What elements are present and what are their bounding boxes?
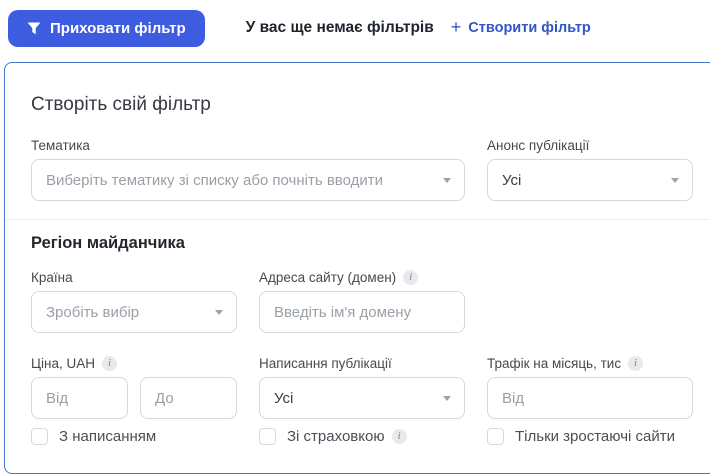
filter-funnel-icon [27,22,41,35]
announcement-label: Анонс публікації [487,138,590,153]
info-icon[interactable] [628,356,644,371]
traffic-from-input[interactable] [487,377,693,419]
filter-builder-panel: Створіть свій фільтр Тематика Анонс публ… [4,62,710,474]
price-to-input[interactable] [140,377,237,419]
domain-label: Адреса сайту (домен) [259,269,465,286]
traffic-label: Трафік на місяць, тис [487,355,693,372]
chevron-down-icon [215,310,223,315]
country-select[interactable]: Зробіть вибір [31,291,237,333]
with-writing-checkbox-label: З написанням [59,428,157,445]
writing-select[interactable]: Усі [259,377,465,419]
only-growing-sites-checkbox[interactable]: Тільки зростаючі сайти [487,428,693,445]
topic-select-placeholder: Виберіть тематику зі списку або почніть … [46,171,383,189]
plus-icon: + [450,17,462,37]
info-icon[interactable] [391,429,407,444]
with-insurance-checkbox-label: Зі страховкою [287,428,407,445]
section-divider [5,219,710,220]
topic-select[interactable]: Виберіть тематику зі списку або почніть … [31,159,465,201]
no-filters-status: У вас ще немає фільтрів [245,19,434,36]
writing-select-value: Усі [274,389,294,407]
checkbox-icon [31,428,48,445]
hide-filter-button[interactable]: Приховати фільтр [8,9,205,47]
create-filter-link[interactable]: + Створити фільтр [450,17,591,37]
announcement-select[interactable]: Усі [487,159,693,201]
only-growing-sites-checkbox-label: Тільки зростаючі сайти [515,428,675,445]
create-filter-link-label: Створити фільтр [468,20,591,36]
country-label: Країна [31,270,73,285]
with-insurance-checkbox[interactable]: Зі страховкою [259,428,465,445]
chevron-down-icon [443,396,451,401]
country-select-placeholder: Зробіть вибір [46,303,140,321]
hide-filter-button-label: Приховати фільтр [50,19,186,37]
writing-label: Написання публікації [259,356,392,371]
announcement-select-value: Усі [502,171,522,189]
panel-title: Створіть свій фільтр [31,94,211,115]
price-from-input[interactable] [31,377,128,419]
checkbox-icon [487,428,504,445]
region-section-heading: Регіон майданчика [31,234,185,252]
chevron-down-icon [443,178,451,183]
checkbox-icon [259,428,276,445]
info-icon[interactable] [101,356,117,371]
topic-label: Тематика [31,138,90,153]
chevron-down-icon [671,178,679,183]
with-writing-checkbox[interactable]: З написанням [31,428,237,445]
info-icon[interactable] [403,270,419,285]
filters-toolbar: Приховати фільтр У вас ще немає фільтрів… [0,0,710,56]
domain-input[interactable] [259,291,465,333]
price-label: Ціна, UAH [31,355,237,372]
